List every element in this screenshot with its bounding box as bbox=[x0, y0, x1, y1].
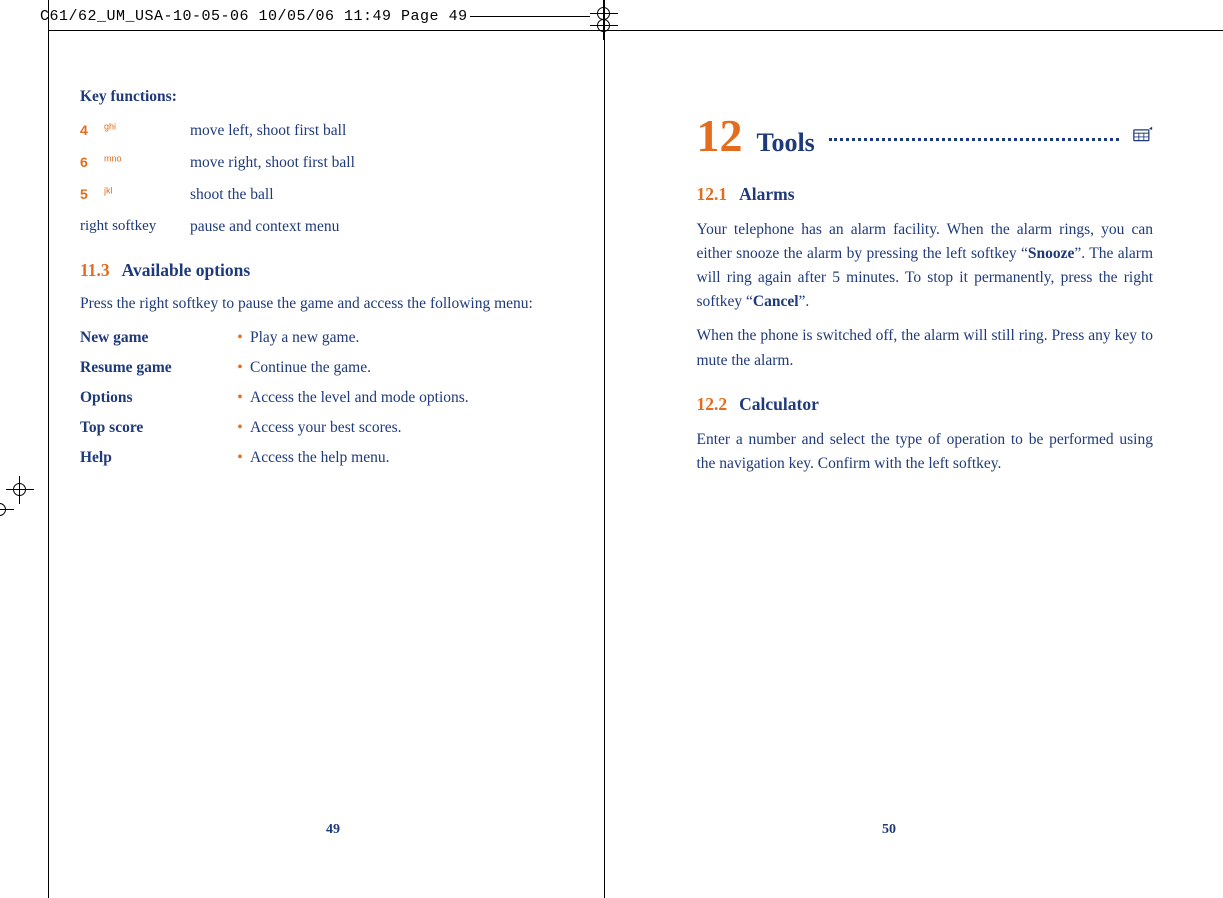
option-options: Options bbox=[80, 386, 230, 410]
alarms-paragraph-2: When the phone is switched off, the alar… bbox=[697, 324, 1154, 372]
option-help-desc: Access the help menu. bbox=[250, 446, 537, 470]
print-header: C61/62_UM_USA-10-05-06 10/05/06 11:49 Pa… bbox=[40, 8, 468, 25]
four-key-icon: 4ghi bbox=[80, 124, 116, 139]
option-help: Help bbox=[80, 446, 230, 470]
chapter-12-title: Tools bbox=[757, 123, 815, 163]
key-right-softkey: right softkey bbox=[80, 215, 190, 238]
key-4: 4ghi bbox=[80, 120, 190, 143]
snooze-label: Snooze bbox=[1028, 245, 1075, 262]
section-11-3-number: 11.3 bbox=[80, 260, 110, 280]
five-key-icon: 5jkl bbox=[80, 188, 113, 203]
key-functions-heading: Key functions: bbox=[80, 85, 537, 109]
option-top-score: Top score bbox=[80, 416, 230, 440]
cancel-label: Cancel bbox=[753, 293, 799, 310]
section-11-3-heading: 11.3 Available options bbox=[80, 257, 537, 284]
chapter-12-number: 12 bbox=[697, 113, 743, 159]
section-11-3-title: Available options bbox=[122, 260, 251, 280]
registration-mark-right bbox=[0, 500, 10, 520]
section-12-1-number: 12.1 bbox=[697, 184, 728, 204]
option-resume-game: Resume game bbox=[80, 356, 230, 380]
section-12-2-title: Calculator bbox=[739, 394, 819, 414]
option-new-game: New game bbox=[80, 326, 230, 350]
chapter-12-heading: 12 Tools bbox=[697, 113, 1154, 163]
key-5: 5jkl bbox=[80, 184, 190, 207]
crop-line-top bbox=[48, 30, 1223, 31]
page-number-50: 50 bbox=[882, 822, 896, 838]
key-6-desc: move right, shoot first ball bbox=[190, 151, 537, 175]
print-header-rule bbox=[470, 16, 590, 17]
alarms-paragraph-1: Your telephone has an alarm facility. Wh… bbox=[697, 218, 1154, 314]
key-5-desc: shoot the ball bbox=[190, 183, 537, 207]
key-6: 6mno bbox=[80, 152, 190, 175]
page-49: Key functions: 4ghi move left, shoot fir… bbox=[60, 60, 577, 486]
bullet-icon: • bbox=[230, 356, 250, 380]
bullet-icon: • bbox=[230, 386, 250, 410]
page-number-49: 49 bbox=[326, 822, 340, 838]
bullet-icon: • bbox=[230, 416, 250, 440]
section-12-1-heading: 12.1 Alarms bbox=[697, 181, 1154, 208]
options-list: New game • Play a new game. Resume game … bbox=[80, 326, 537, 470]
six-key-icon: 6mno bbox=[80, 156, 122, 171]
tools-icon bbox=[1133, 125, 1153, 143]
section-12-1-title: Alarms bbox=[739, 184, 794, 204]
section-12-2-heading: 12.2 Calculator bbox=[697, 391, 1154, 418]
chapter-leader-dots bbox=[829, 132, 1119, 141]
section-12-2-number: 12.2 bbox=[697, 394, 728, 414]
text-run: ”. bbox=[799, 293, 810, 310]
option-new-game-desc: Play a new game. bbox=[250, 326, 537, 350]
key-functions-table: 4ghi move left, shoot first ball 6mno mo… bbox=[80, 119, 537, 239]
option-resume-game-desc: Continue the game. bbox=[250, 356, 537, 380]
key-4-desc: move left, shoot first ball bbox=[190, 119, 537, 143]
bullet-icon: • bbox=[230, 446, 250, 470]
calculator-paragraph-1: Enter a number and select the type of op… bbox=[697, 428, 1154, 476]
key-right-softkey-desc: pause and context menu bbox=[190, 215, 537, 239]
page-50: 12 Tools 12.1 Alarms Your telephone has a… bbox=[657, 60, 1174, 486]
option-top-score-desc: Access your best scores. bbox=[250, 416, 537, 440]
bullet-icon: • bbox=[230, 326, 250, 350]
section-11-3-intro: Press the right softkey to pause the gam… bbox=[80, 292, 537, 316]
registration-mark-left bbox=[10, 480, 30, 500]
page-spread: Key functions: 4ghi move left, shoot fir… bbox=[60, 60, 1173, 486]
option-options-desc: Access the level and mode options. bbox=[250, 386, 537, 410]
crop-line-left bbox=[48, 0, 49, 898]
